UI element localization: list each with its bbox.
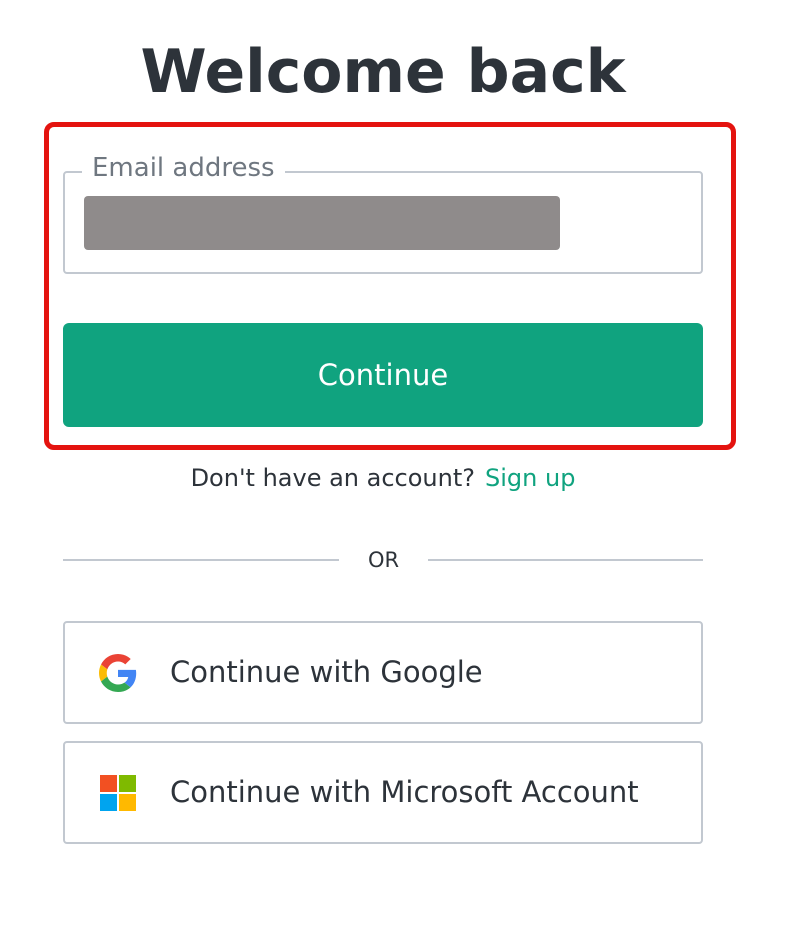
continue-with-google-button[interactable]: Continue with Google — [63, 621, 703, 724]
signup-row: Don't have an account? Sign up — [0, 460, 766, 496]
divider-line-left — [63, 559, 339, 561]
continue-button[interactable]: Continue — [63, 323, 703, 427]
page-title: Welcome back — [140, 37, 626, 107]
google-logo-icon — [99, 654, 137, 692]
microsoft-logo-green-square — [119, 775, 136, 792]
continue-with-microsoft-button[interactable]: Continue with Microsoft Account — [63, 741, 703, 844]
signup-prompt: Don't have an account? — [190, 464, 475, 492]
signup-link[interactable]: Sign up — [485, 464, 575, 492]
email-input-redacted-value[interactable] — [84, 196, 560, 250]
microsoft-logo-red-square — [100, 775, 117, 792]
microsoft-logo-blue-square — [100, 794, 117, 811]
email-field-label: Email address — [82, 150, 285, 186]
microsoft-logo-icon — [100, 775, 136, 811]
microsoft-logo-yellow-square — [119, 794, 136, 811]
divider-or-label: OR — [367, 548, 400, 572]
google-button-label: Continue with Google — [170, 655, 483, 689]
microsoft-button-label: Continue with Microsoft Account — [170, 775, 639, 809]
divider-line-right — [428, 559, 703, 561]
